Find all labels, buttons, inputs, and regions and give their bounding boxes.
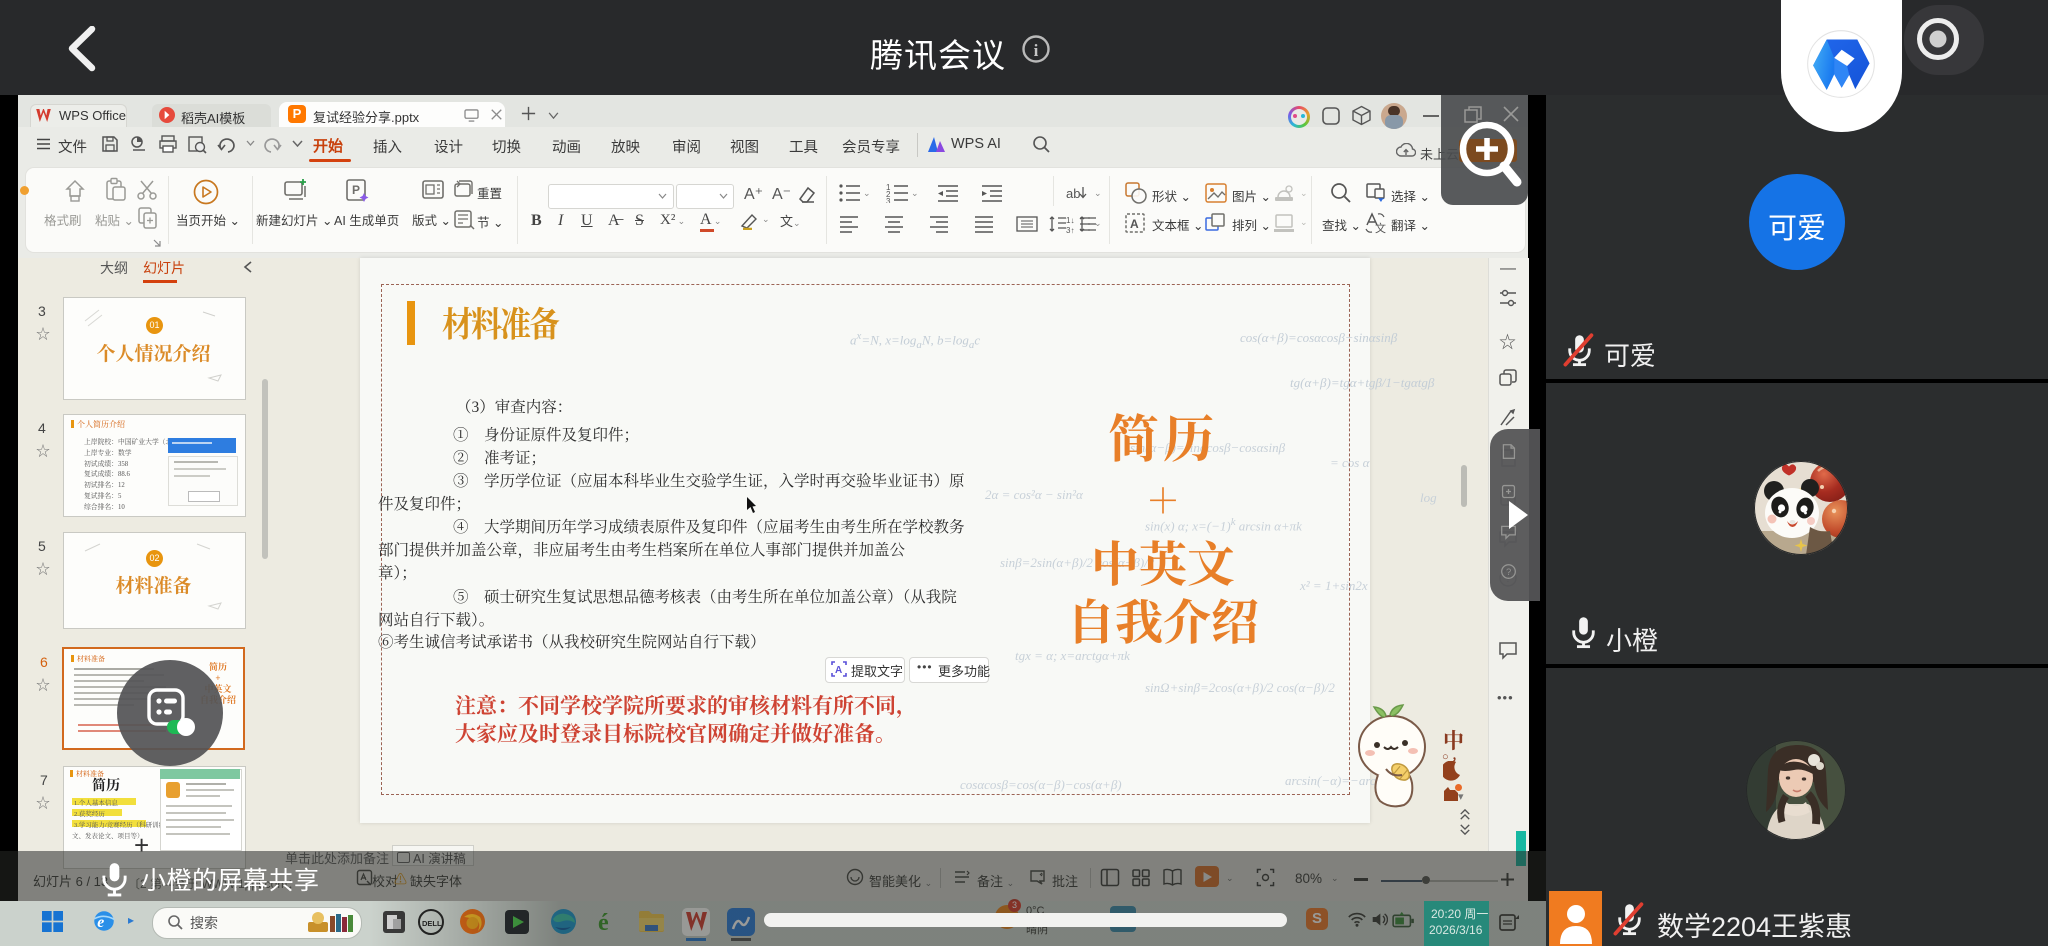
svg-text:文: 文 [1375,221,1386,235]
svg-text:3↑: 3↑ [1066,226,1074,234]
svg-text:A: A [1130,217,1139,231]
svg-text:P: P [352,183,360,197]
svg-text:i: i [1034,41,1039,60]
svg-text:3: 3 [886,197,891,203]
svg-text:?: ? [1506,567,1511,577]
svg-text:A: A [835,665,842,676]
svg-text:1↓: 1↓ [1066,216,1074,225]
svg-text:ab: ab [1066,186,1080,201]
